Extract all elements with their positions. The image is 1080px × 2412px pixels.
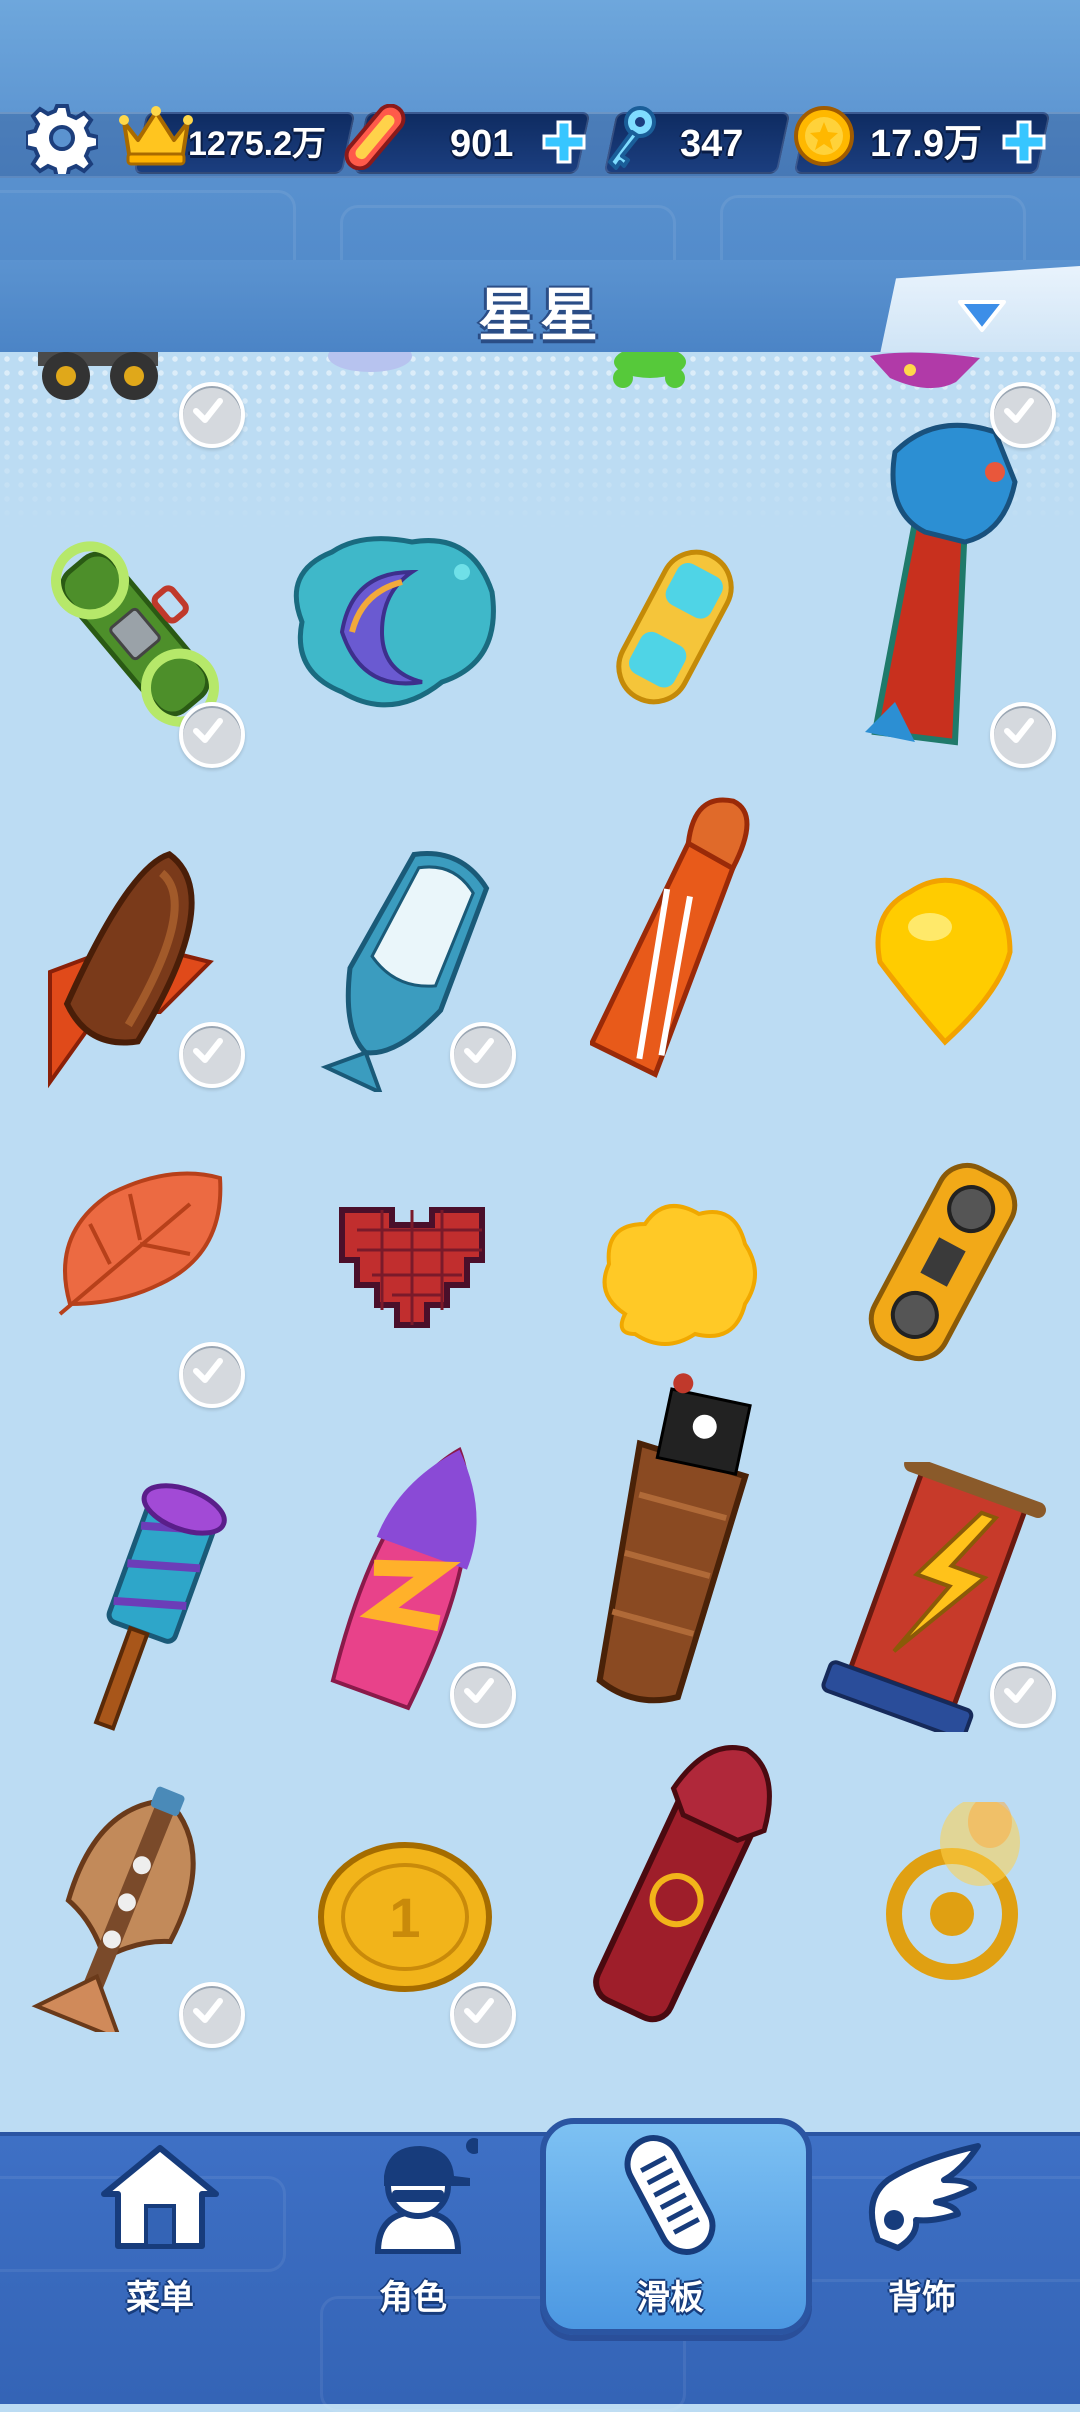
item-golden-ring-board[interactable] xyxy=(880,1802,1030,1982)
nav-label-skateboard[interactable]: 滑板 xyxy=(590,2270,750,2319)
chevron-down-icon[interactable] xyxy=(954,296,1010,336)
character-icon[interactable] xyxy=(358,2134,478,2254)
item-pirate-ship-board[interactable] xyxy=(580,1372,760,1712)
item-dragon-board[interactable] xyxy=(855,412,1035,752)
coin-value: 17.9万 xyxy=(870,123,982,165)
item-moon-fish-board[interactable] xyxy=(272,512,512,732)
item-red-wolf-board[interactable] xyxy=(585,1732,785,2032)
item-pixel-heart-board[interactable] xyxy=(322,1200,502,1340)
settings-gear-icon[interactable] xyxy=(26,102,98,174)
owned-check-icon xyxy=(179,382,245,448)
owned-check-icon xyxy=(179,702,245,768)
wing-icon[interactable] xyxy=(858,2140,988,2256)
owned-check-icon xyxy=(990,382,1056,448)
item-green-frog-board[interactable] xyxy=(605,352,695,394)
add-coins-button[interactable] xyxy=(998,116,1050,168)
item-fire-horse-board[interactable] xyxy=(590,782,750,1082)
add-board-tokens-button[interactable] xyxy=(538,116,590,168)
owned-check-icon xyxy=(450,1982,516,2048)
crown-icon xyxy=(119,106,193,166)
skateboard-icon[interactable] xyxy=(606,2130,734,2260)
key-icon xyxy=(608,106,656,170)
key-value: 347 xyxy=(680,123,744,165)
item-leaf-board[interactable] xyxy=(50,1164,230,1324)
owned-check-icon xyxy=(179,1342,245,1408)
item-cloud-board-partial[interactable] xyxy=(325,352,415,378)
item-yellow-cloud-board[interactable] xyxy=(595,1194,765,1354)
owned-check-icon xyxy=(179,1982,245,2048)
svg-text:1: 1 xyxy=(389,1886,420,1949)
item-monster-truck-board[interactable] xyxy=(30,352,170,416)
crown-value: 1275.2万 xyxy=(188,125,326,163)
owned-check-icon xyxy=(450,1662,516,1728)
skateboard-grid[interactable]: 1 xyxy=(0,352,1080,2132)
nav-label-character[interactable]: 角色 xyxy=(333,2270,493,2319)
nav-label-back-accessory[interactable]: 背饰 xyxy=(842,2270,1002,2319)
coin-icon xyxy=(794,106,854,166)
owned-check-icon xyxy=(990,1662,1056,1728)
skateboard-token-icon xyxy=(344,104,406,170)
owned-check-icon xyxy=(990,702,1056,768)
item-yellow-flame-board[interactable] xyxy=(870,872,1020,1052)
nav-label-menu[interactable]: 菜单 xyxy=(80,2270,240,2319)
board-token-value: 901 xyxy=(450,123,514,165)
item-boombox-board[interactable] xyxy=(858,1152,1028,1372)
home-icon[interactable] xyxy=(98,2142,222,2252)
item-firework-rocket-board[interactable] xyxy=(62,1462,232,1732)
item-purple-creature-board[interactable] xyxy=(870,352,990,402)
owned-check-icon xyxy=(179,1022,245,1088)
item-gold-coin-board[interactable]: 1 xyxy=(315,1832,495,2002)
item-yellow-cyan-board[interactable] xyxy=(600,537,750,717)
owned-check-icon xyxy=(450,1022,516,1088)
